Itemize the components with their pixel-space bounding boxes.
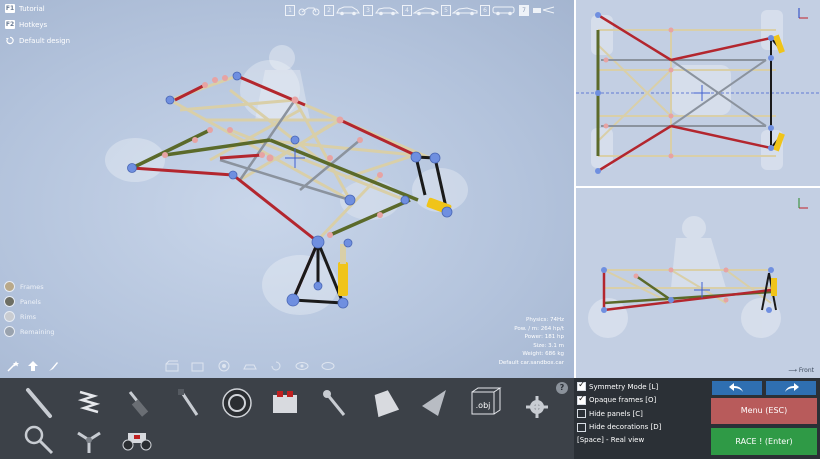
- undo-button[interactable]: [712, 381, 762, 395]
- remaining-swatch: [4, 326, 15, 337]
- brush-icon[interactable]: [46, 360, 60, 372]
- redo-button[interactable]: [766, 381, 816, 395]
- axis-gizmo-side: [798, 198, 808, 209]
- redo-icon: [785, 383, 799, 392]
- ball-joint-icon[interactable]: [318, 386, 352, 420]
- cone-icon[interactable]: [418, 386, 452, 420]
- side-view-frame: [588, 198, 808, 338]
- gear-icon[interactable]: [520, 390, 554, 424]
- pipe-icon[interactable]: [368, 386, 402, 420]
- symmetry-mode-option[interactable]: Symmetry Mode [L]: [577, 380, 707, 394]
- frame-tool-icon[interactable]: [165, 360, 179, 372]
- legend-rims[interactable]: Rims: [4, 309, 55, 324]
- parts-toolbar: .obj ?: [0, 378, 574, 459]
- help-button[interactable]: ?: [556, 382, 568, 394]
- rotor-icon[interactable]: [72, 423, 106, 457]
- legend-panels[interactable]: Panels: [4, 294, 55, 309]
- eye-icon[interactable]: [295, 360, 309, 372]
- legend-frames[interactable]: Frames: [4, 279, 55, 294]
- real-view-hint: [Space] - Real view: [577, 436, 645, 444]
- wheel-icon[interactable]: [220, 386, 254, 420]
- main-3d-viewport[interactable]: F1 Tutorial F2 Hotkeys Default design 1 …: [0, 0, 574, 378]
- power-stat: Power: 181 hp: [524, 334, 564, 340]
- symmetry-mode-checkbox[interactable]: [577, 380, 586, 392]
- spring-icon[interactable]: [72, 386, 106, 420]
- menu-button[interactable]: Menu (ESC): [711, 398, 817, 424]
- obj-import-icon[interactable]: .obj: [468, 386, 502, 420]
- weight-stat: Weight: 686 kg: [522, 351, 564, 357]
- rotate-tool-icon[interactable]: [269, 360, 283, 372]
- undo-icon: [729, 383, 743, 392]
- part-color-legend: Frames Panels Rims Remaining: [4, 279, 55, 339]
- legend-remaining[interactable]: Remaining: [4, 324, 55, 339]
- eye-closed-icon[interactable]: [321, 360, 335, 372]
- power-per-mass-stat: Pow. / m: 264 hp/t: [514, 325, 564, 332]
- car-frame-3d-model[interactable]: [0, 0, 574, 378]
- physics-stat: Physics: 74Hz: [526, 317, 564, 323]
- damper-icon[interactable]: [122, 386, 156, 420]
- driver-ghost: [255, 45, 310, 120]
- panel-tool-icon[interactable]: [191, 360, 205, 372]
- arrows-up-icon[interactable]: [26, 360, 40, 372]
- steering-wheel-icon[interactable]: [22, 423, 56, 457]
- hide-decorations-option[interactable]: Hide decorations [D]: [577, 421, 707, 435]
- hide-decorations-checkbox[interactable]: [577, 422, 586, 432]
- buggy-icon[interactable]: [120, 423, 154, 457]
- wheel-tool-icon[interactable]: [217, 360, 231, 372]
- rod-icon[interactable]: [22, 386, 56, 420]
- frames-swatch: [4, 281, 15, 292]
- rims-swatch: [4, 311, 15, 322]
- tie-rod-icon[interactable]: [172, 386, 206, 420]
- options-panel: Symmetry Mode [L] Opaque frames [O] Hide…: [574, 378, 710, 459]
- magic-wand-icon[interactable]: [6, 360, 20, 372]
- opaque-frames-option[interactable]: Opaque frames [O]: [577, 394, 707, 408]
- hide-panels-checkbox[interactable]: [577, 409, 586, 419]
- front-label: ⟶ Front: [788, 367, 814, 374]
- top-view[interactable]: [576, 0, 820, 186]
- axis-gizmo-top: [798, 8, 808, 19]
- opaque-frames-checkbox[interactable]: [577, 394, 586, 405]
- top-view-frame: [576, 8, 820, 174]
- actions-panel: Menu (ESC) RACE ! (Enter): [710, 378, 820, 459]
- size-stat: Size: 3.1 m: [533, 342, 564, 349]
- side-view[interactable]: ⟶ Front: [576, 188, 820, 378]
- car-stats-panel: Physics: 74Hz Pow. / m: 264 hp/t Power: …: [499, 316, 564, 367]
- panels-swatch: [4, 296, 15, 307]
- viewport-tools-left: [6, 360, 60, 372]
- engine-icon[interactable]: [268, 386, 302, 420]
- app-window: F1 Tutorial F2 Hotkeys Default design 1 …: [0, 0, 820, 459]
- hide-panels-option[interactable]: Hide panels [C]: [577, 407, 707, 421]
- file-name: Default car.sandbox.car: [498, 359, 564, 366]
- car-tool-icon[interactable]: [243, 360, 257, 372]
- race-button[interactable]: RACE ! (Enter): [711, 428, 817, 455]
- viewport-tools-middle: [165, 360, 335, 372]
- svg-text:.obj: .obj: [476, 401, 491, 410]
